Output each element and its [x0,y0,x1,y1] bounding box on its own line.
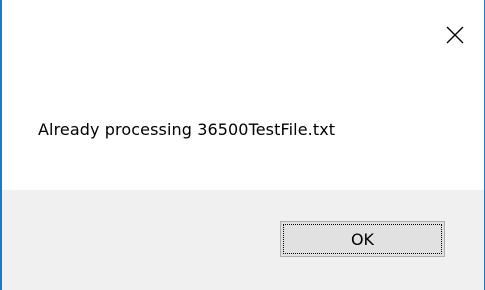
ok-button[interactable]: OK [280,221,445,257]
ok-button-label: OK [283,224,442,254]
button-bar: OK [2,190,484,290]
close-button[interactable] [432,12,478,58]
message-dialog: Already processing 36500TestFile.txt OK [0,0,485,290]
message-text: Already processing 36500TestFile.txt [38,120,336,139]
close-icon [446,26,464,44]
title-bar [2,0,484,68]
dialog-content: Already processing 36500TestFile.txt [2,68,484,190]
